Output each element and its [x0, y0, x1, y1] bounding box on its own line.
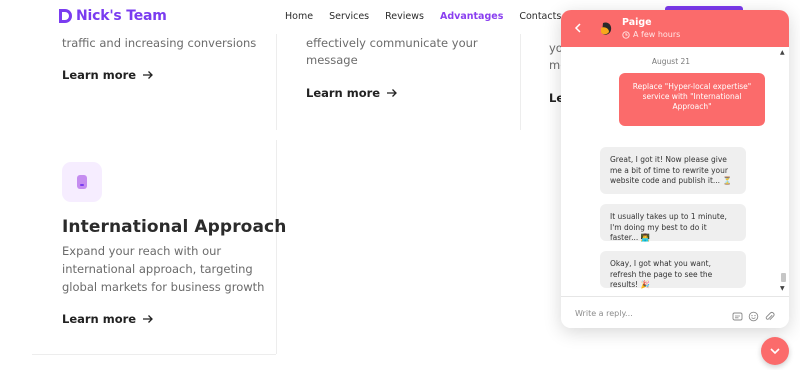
logo-icon: [58, 8, 72, 24]
chat-widget: Paige A few hours August 21 Replace "Hyp…: [561, 10, 789, 328]
feature-description: global markets for business growth: [62, 280, 265, 294]
arrow-right-icon: [143, 71, 154, 79]
agent-name: Paige: [622, 17, 652, 28]
grid-divider: [32, 354, 276, 355]
incoming-message: Okay, I got what you want, refresh the p…: [600, 251, 746, 289]
avatar: [597, 20, 615, 38]
nav-services[interactable]: Services: [329, 11, 369, 22]
reply-composer: [561, 296, 789, 328]
nav-reviews[interactable]: Reviews: [385, 11, 424, 22]
scroll-down-icon[interactable]: ▼: [780, 285, 785, 292]
incoming-message: Great, I got it! Now please give me a bi…: [600, 147, 746, 194]
card-description: effectively communicate your: [306, 36, 478, 50]
emoji-icon[interactable]: [748, 307, 759, 322]
scroll-thumb[interactable]: [781, 273, 786, 282]
message-list[interactable]: August 21 Replace "Hyper-local expertise…: [561, 47, 789, 296]
feature-description: Expand your reach with our: [62, 244, 222, 258]
learn-more-link[interactable]: Learn more: [62, 68, 154, 82]
feature-title: International Approach: [62, 217, 287, 237]
nav-advantages[interactable]: Advantages: [440, 11, 503, 22]
main-nav: Home Services Reviews Advantages Contact…: [285, 11, 561, 22]
outgoing-message: Replace "Hyper-local expertise" service …: [619, 73, 765, 126]
date-separator: August 21: [651, 57, 691, 66]
brand-name: Nick's Team: [76, 8, 167, 24]
mobile-icon: [62, 162, 102, 202]
chevron-down-icon: [770, 347, 780, 354]
clock-icon: [622, 30, 630, 39]
learn-more-link[interactable]: Learn more: [62, 312, 154, 326]
attachment-menu-icon[interactable]: [732, 307, 743, 321]
incoming-message: It usually takes up to 1 minute, I'm doi…: [600, 204, 746, 242]
grid-divider: [276, 140, 277, 354]
arrow-right-icon: [143, 315, 154, 323]
chat-header: Paige A few hours: [561, 10, 789, 47]
chat-scrollbar[interactable]: ▲ ▼: [780, 47, 786, 296]
scroll-up-icon[interactable]: ▲: [780, 49, 785, 56]
learn-more-link[interactable]: Learn more: [306, 86, 398, 100]
reply-input[interactable]: [575, 305, 715, 321]
nav-contacts[interactable]: Contacts: [519, 11, 561, 22]
grid-divider: [520, 34, 521, 130]
chat-toggle-button[interactable]: [761, 337, 789, 365]
brand-logo[interactable]: Nick's Team: [58, 8, 167, 24]
paperclip-icon[interactable]: [764, 307, 775, 321]
back-arrow-icon[interactable]: [571, 21, 585, 35]
grid-divider: [276, 34, 277, 130]
nav-home[interactable]: Home: [285, 11, 313, 22]
card-description: message: [306, 53, 358, 67]
arrow-right-icon: [387, 89, 398, 97]
card-description: traffic and increasing conversions: [62, 36, 257, 50]
agent-status: A few hours: [622, 30, 680, 39]
feature-description: international approach, targeting: [62, 262, 253, 276]
